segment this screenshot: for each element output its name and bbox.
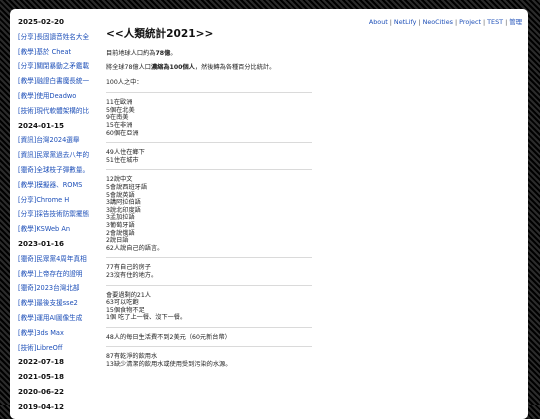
archive-date: 2025-02-20 bbox=[18, 17, 64, 26]
stat-group: 77有自己的房子 23沒有住的地方。 bbox=[106, 264, 318, 279]
stat-line: 49人住在鄉下 bbox=[106, 149, 145, 157]
stat-group: 11在歐洲 5個在北美 9在南美 15在非洲 60個在亞洲 bbox=[106, 99, 318, 137]
article: <<人類統計2021>> 目前地球人口約為78億。 將全球78億人口濃縮為100… bbox=[106, 28, 318, 369]
archive-post-link[interactable]: [教學]模擬器、ROMS bbox=[18, 178, 104, 193]
archive-post-link[interactable]: [資訊]民眾黨過去八年的 bbox=[18, 148, 104, 163]
archive-post-link[interactable]: [教學]KSWeb An bbox=[18, 222, 104, 237]
nav-netlify[interactable]: NetLify bbox=[394, 18, 416, 26]
archive-post-link[interactable]: [教學]上帝存在的證明 bbox=[18, 267, 104, 282]
stat-line: 63可以吃飽 bbox=[106, 299, 139, 307]
nav-separator: | bbox=[418, 18, 421, 26]
stat-group: 48人的每日生活費不到2美元（60元新台幣） bbox=[106, 334, 318, 342]
intro-line: 100人之中： bbox=[106, 78, 143, 86]
archive-post-link[interactable]: [技術]LibreOff bbox=[18, 341, 104, 356]
archive-date: 2019-04-12 bbox=[18, 401, 64, 411]
stat-line: 60個在亞洲 bbox=[106, 129, 139, 137]
archive-post-link[interactable]: [教學]使用Deadwo bbox=[18, 89, 104, 104]
section-divider bbox=[106, 257, 312, 259]
archive-post-link[interactable]: [教學]運用AI圖像生成 bbox=[18, 311, 104, 326]
archive-post-link[interactable]: [獵奇]2023台灣北部 bbox=[18, 281, 104, 296]
nav-about[interactable]: About bbox=[369, 18, 388, 26]
stat-line: 12說中文 bbox=[106, 176, 133, 184]
archive-date: 2022-07-18 bbox=[18, 357, 64, 367]
stat-line: 3孟加拉語 bbox=[106, 214, 135, 222]
stat-group: 12說中文 5會說西班牙語 5會說英語 3講阿拉伯語 3說北印度語 3孟加拉語 3葡萄牙語 2… bbox=[106, 176, 318, 252]
stat-line: 11在歐洲 bbox=[106, 99, 133, 107]
stat-group: 會要過剩的21人 63可以吃飽 15個食物不足 1個 吃了上一餐、沒下一餐。 bbox=[106, 292, 318, 322]
archive-post-link[interactable]: [分享]關閉暴動之矛鑑載 bbox=[18, 59, 104, 74]
archive-post-link[interactable]: [教學]最後支援sse2 bbox=[18, 296, 104, 311]
nav-project[interactable]: Project bbox=[459, 18, 481, 26]
archive-post-link[interactable]: [分享]長固讀音姓名大全 bbox=[18, 30, 104, 45]
archive-post-link[interactable]: [教學]基於 Cheat bbox=[18, 45, 104, 60]
intro-line: 將全球78億人口濃縮為100個人，然後轉為各種百分比統計。 bbox=[106, 64, 276, 72]
stat-line: 3講阿拉伯語 bbox=[106, 199, 141, 207]
archive-date: 2023-01-16 bbox=[18, 238, 64, 248]
archive-post-link[interactable]: [分享]採告技術防禦擺態 bbox=[18, 207, 104, 222]
archive-date: 2020-06-22 bbox=[18, 386, 64, 396]
stat-line: 3葡萄牙語 bbox=[106, 221, 135, 229]
stat-group: 87有乾淨的飲用水 13缺少清潔的飲用水或使用受到污染的水源。 bbox=[106, 353, 318, 368]
archive-post-link[interactable]: [獵奇]民眾黨4周年真相 bbox=[18, 252, 104, 267]
article-title: <<人類統計2021>> bbox=[106, 28, 214, 40]
nav-separator: | bbox=[454, 18, 458, 26]
archive-post-link[interactable]: [教學]3ds Max bbox=[18, 326, 104, 341]
stat-line: 5會說西班牙語 bbox=[106, 183, 148, 191]
stat-line: 23沒有住的地方。 bbox=[106, 271, 158, 279]
stat-line: 3說北印度語 bbox=[106, 206, 141, 214]
archive-date: 2021-05-18 bbox=[18, 372, 64, 382]
stat-line: 1個 吃了上一餐、沒下一餐。 bbox=[106, 314, 187, 322]
archive-post-link[interactable]: [分享]Chrome H bbox=[18, 193, 104, 208]
stat-line: 2說日語 bbox=[106, 237, 129, 245]
nav-separator: | bbox=[389, 18, 392, 26]
stat-line: 48人的每日生活費不到2美元（60元新台幣） bbox=[106, 333, 231, 341]
stat-line: 62人說自己的語言。 bbox=[106, 244, 164, 252]
nav-separator: | bbox=[483, 18, 486, 26]
stat-line: 13缺少清潔的飲用水或使用受到污染的水源。 bbox=[106, 361, 232, 369]
nav-admin[interactable]: 管理 bbox=[509, 18, 522, 26]
statistics-groups: 11在歐洲 5個在北美 9在南美 15在非洲 60個在亞洲 49人住在鄉下 51住在城市 12… bbox=[106, 92, 318, 368]
section-divider bbox=[106, 346, 312, 348]
stat-line: 會要過剩的21人 bbox=[106, 291, 151, 299]
archive-post-link[interactable]: [教學]融證白書魔長統一 bbox=[18, 74, 104, 89]
section-divider bbox=[106, 142, 312, 144]
archive-post-link[interactable]: [資訊]台灣2024選舉 bbox=[18, 133, 104, 148]
section-divider bbox=[106, 92, 312, 94]
stat-line: 15在非洲 bbox=[106, 122, 133, 129]
nav-test[interactable]: TEST bbox=[487, 18, 503, 26]
stat-group: 49人住在鄉下 51住在城市 bbox=[106, 149, 318, 164]
stat-line: 77有自己的房子 bbox=[106, 264, 151, 272]
section-divider bbox=[106, 169, 312, 171]
stat-line: 9在南美 bbox=[106, 114, 129, 122]
stat-line: 2會說俄語 bbox=[106, 229, 135, 237]
archive-post-link[interactable]: [獵奇]全球枝子彈數量。 bbox=[18, 163, 104, 178]
section-divider bbox=[106, 326, 312, 328]
sidebar-archive: 2025-02-20 [分享]長固讀音姓名大全 [教學]基於 Cheat [分享]關閉… bbox=[18, 15, 104, 415]
archive-post-link[interactable]: [技術]現代軟體架構的比 bbox=[18, 104, 104, 119]
top-nav: About | NetLify | NeoCities | Project | TEST | 管理 bbox=[369, 17, 522, 26]
nav-separator: | bbox=[505, 18, 508, 26]
archive-date: 2024-01-15 bbox=[18, 120, 64, 130]
stat-line: 5個在北美 bbox=[106, 106, 135, 114]
stat-line: 87有乾淨的飲用水 bbox=[106, 353, 158, 361]
stat-line: 51住在城市 bbox=[106, 156, 139, 164]
nav-neocities[interactable]: NeoCities bbox=[423, 18, 453, 26]
intro-line: 目前地球人口約為78億。 bbox=[106, 50, 177, 57]
content-panel: About | NetLify | NeoCities | Project | TEST | 管理 … bbox=[10, 9, 528, 419]
section-divider bbox=[106, 284, 312, 286]
